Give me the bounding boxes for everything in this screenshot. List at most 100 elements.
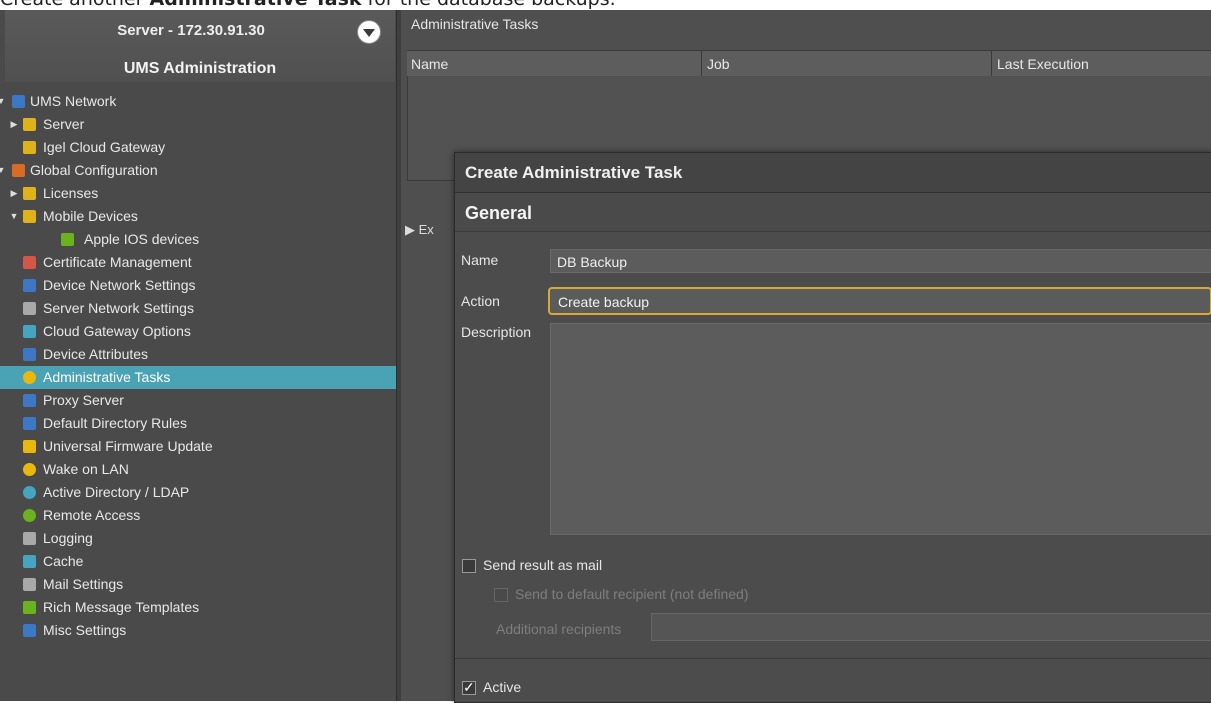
network-icon [12,95,25,108]
action-select[interactable]: Create backup [548,287,1211,315]
caption-prefix: Create another [0,0,150,10]
tree-item-device-attributes[interactable]: Device Attributes [0,343,396,366]
splitter[interactable] [397,10,401,701]
active-checkbox[interactable] [462,679,476,696]
active-label: Active [483,679,522,695]
tree-item-licenses[interactable]: ▶ Licenses [0,182,396,205]
tree-item-global-configuration[interactable]: ▼ Global Configuration [0,159,396,182]
tree-item-certificate-management[interactable]: Certificate Management [0,251,396,274]
tree-item-label: Igel Cloud Gateway [43,139,166,155]
message-icon [23,601,36,614]
tree-item-ums-network[interactable]: ▼ UMS Network [0,90,396,113]
tree-item-label: Licenses [43,185,99,201]
expanded-arrow-icon[interactable]: ▼ [9,205,19,228]
tree-item-administrative-tasks[interactable]: Administrative Tasks [0,366,396,389]
create-task-dialog: Create Administrative Task General Name … [454,152,1211,703]
wake-on-lan-icon [23,463,36,476]
remote-access-icon [23,509,36,522]
tree-item-label: Administrative Tasks [43,369,171,385]
mail-icon [23,578,36,591]
expanded-arrow-icon[interactable]: ▼ [0,90,6,113]
collapsed-arrow-icon[interactable]: ▶ [9,113,19,136]
wrench-icon [23,624,36,637]
tree-item-misc-settings[interactable]: Misc Settings [0,619,396,642]
logging-icon [23,532,36,545]
name-label: Name [461,252,499,268]
tree-item-cloud-gateway-options[interactable]: Cloud Gateway Options [0,320,396,343]
tree-item-device-network-settings[interactable]: Device Network Settings [0,274,396,297]
send-mail-label: Send result as mail [483,557,603,573]
tree-item-server[interactable]: ▶ Server [0,113,396,136]
tree-item-label: Universal Firmware Update [43,438,213,454]
tree-item-label: UMS Network [30,93,117,109]
tree-item-cache[interactable]: Cache [0,550,396,573]
tree-item-label: Wake on LAN [43,461,129,477]
column-header-name[interactable]: Name [411,51,448,77]
expanded-arrow-icon[interactable]: ▼ [0,159,6,182]
tree-item-proxy-server[interactable]: Proxy Server [0,389,396,412]
tree-item-label: Certificate Management [43,254,192,270]
clock-icon [23,371,36,384]
send-mail-option[interactable]: Send result as mail [462,557,603,574]
tasks-table-header: Name Job Last Execution [407,50,1211,78]
tree-item-label: Remote Access [43,507,141,523]
tree-item-igel-cloud-gateway[interactable]: Igel Cloud Gateway [0,136,396,159]
additional-recipients-label: Additional recipients [496,621,622,637]
tree-item-label: Logging [43,530,93,546]
apple-ios-icon [61,233,74,246]
column-header-last-execution[interactable]: Last Execution [997,51,1089,77]
action-label: Action [461,293,500,309]
proxy-icon [23,394,36,407]
tree-item-label: Rich Message Templates [43,599,200,615]
tree-item-label: Mail Settings [43,576,124,592]
column-divider [991,51,992,77]
tree-item-wake-on-lan[interactable]: Wake on LAN [0,458,396,481]
tree-item-label: Global Configuration [30,162,158,178]
column-header-job[interactable]: Job [707,51,730,77]
cache-icon [23,555,36,568]
tree-item-label: Device Attributes [43,346,149,362]
tree-item-server-network-settings[interactable]: Server Network Settings [0,297,396,320]
tree-item-default-directory-rules[interactable]: Default Directory Rules [0,412,396,435]
tree-item-label: Cloud Gateway Options [43,323,191,339]
send-default-label: Send to default recipient (not defined) [515,586,749,602]
description-label: Description [461,324,532,340]
tree-item-universal-firmware-update[interactable]: Universal Firmware Update [0,435,396,458]
tree-item-apple-ios-devices[interactable]: Apple IOS devices [0,228,396,251]
tree-item-logging[interactable]: Logging [0,527,396,550]
left-header: Server - 172.30.91.30 UMS Administration [5,10,395,82]
dialog-divider [455,658,1211,659]
folder-icon [23,187,36,200]
tree-item-label: Misc Settings [43,622,127,638]
tree-item-label: Device Network Settings [43,277,196,293]
collapsed-arrow-icon[interactable]: ▶ [9,182,19,205]
description-textarea[interactable] [550,323,1211,535]
configuration-icon [12,164,25,177]
tree-item-label: Active Directory / LDAP [43,484,190,500]
expand-label: Ex [418,222,434,237]
tree-item-label: Proxy Server [43,392,124,408]
tree-item-label: Cache [43,553,84,569]
admin-tasks-header: Administrative Tasks [411,16,539,32]
device-network-icon [23,279,36,292]
column-divider [701,51,702,77]
name-input[interactable]: DB Backup [550,249,1211,273]
section-general: General [455,194,1211,232]
tree-item-active-directory-ldap[interactable]: Active Directory / LDAP [0,481,396,504]
expand-section[interactable]: ▶ Ex [405,222,434,238]
caption-suffix: for the database backups. [362,0,616,10]
tree-item-rich-message-templates[interactable]: Rich Message Templates [0,596,396,619]
navigation-tree: ▼ UMS Network ▶ Server Igel Cloud Gatewa… [0,90,396,642]
tree-item-remote-access[interactable]: Remote Access [0,504,396,527]
firmware-icon [23,440,36,453]
collapse-button[interactable] [357,20,381,44]
folder-icon [23,141,36,154]
tree-item-label: Server Network Settings [43,300,194,316]
send-mail-checkbox[interactable] [462,559,476,574]
active-option[interactable]: Active [462,679,522,696]
tree-item-mail-settings[interactable]: Mail Settings [0,573,396,596]
monitor-icon [23,348,36,361]
dialog-title: Create Administrative Task [455,153,1211,193]
cloud-gateway-icon [23,325,36,338]
tree-item-mobile-devices[interactable]: ▼ Mobile Devices [0,205,396,228]
